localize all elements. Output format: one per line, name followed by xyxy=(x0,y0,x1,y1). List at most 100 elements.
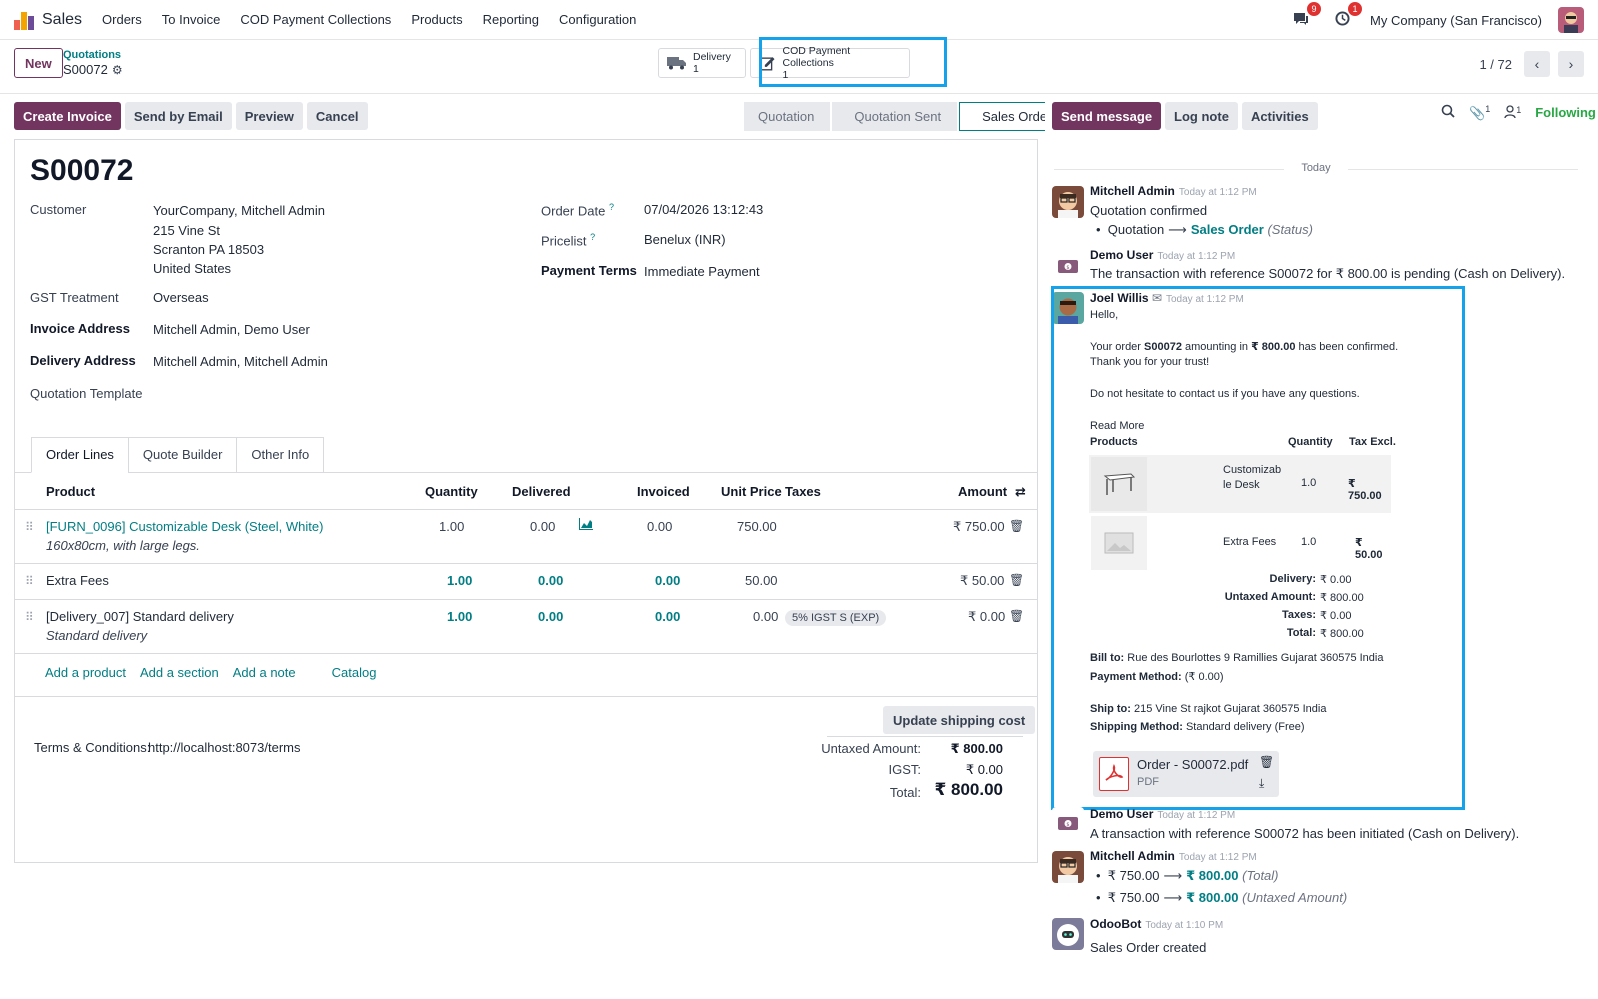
trash-icon[interactable]: 🗑 xyxy=(1009,519,1024,533)
author-name[interactable]: Demo User xyxy=(1090,807,1153,821)
breadcrumb-quotations[interactable]: Quotations xyxy=(63,49,123,61)
attachment-card[interactable]: Order - S00072.pdf PDF 🗑 ⤓ xyxy=(1093,751,1279,797)
tab-quote-builder[interactable]: Quote Builder xyxy=(127,437,238,473)
avatar[interactable]: $ xyxy=(1052,250,1084,282)
line-unit-price[interactable]: 50.00 xyxy=(745,573,778,588)
update-shipping-cost-button[interactable]: Update shipping cost xyxy=(883,706,1036,734)
cancel-button[interactable]: Cancel xyxy=(306,102,368,130)
user-avatar[interactable] xyxy=(1558,7,1584,33)
email-product-price: ₹ 750.00 xyxy=(1348,478,1382,502)
col-product[interactable]: Product xyxy=(46,484,95,499)
help-icon[interactable]: ? xyxy=(609,202,614,212)
order-date-field[interactable]: 07/04/2026 13:12:43 xyxy=(644,202,763,217)
avatar[interactable] xyxy=(1052,851,1084,883)
send-by-email-button[interactable]: Send by Email xyxy=(124,102,232,130)
trash-icon[interactable]: 🗑 xyxy=(1009,573,1024,587)
status-quotation-sent[interactable]: Quotation Sent xyxy=(832,102,958,131)
tax-badge[interactable]: 5% IGST S (EXP) xyxy=(785,610,887,626)
pricelist-field[interactable]: Benelux (INR) xyxy=(644,232,726,247)
drag-handle-icon[interactable]: ⠿ xyxy=(25,520,34,534)
line-quantity[interactable]: 1.00 xyxy=(447,573,472,588)
catalog-link[interactable]: Catalog xyxy=(332,665,377,680)
tab-other-info[interactable]: Other Info xyxy=(236,437,325,473)
drag-handle-icon[interactable]: ⠿ xyxy=(25,610,34,624)
new-button[interactable]: New xyxy=(14,48,63,78)
avatar[interactable]: $ xyxy=(1052,807,1084,839)
col-delivered[interactable]: Delivered xyxy=(512,484,571,499)
activities-button[interactable]: 1 xyxy=(1335,1,1363,30)
menu-reporting[interactable]: Reporting xyxy=(483,12,539,27)
menu-orders[interactable]: Orders xyxy=(102,12,142,27)
pager-next-button[interactable]: › xyxy=(1558,51,1584,77)
col-unit-price[interactable]: Unit Price xyxy=(721,484,782,499)
add-section-link[interactable]: Add a section xyxy=(140,665,219,680)
avatar[interactable] xyxy=(1052,292,1084,324)
log-note-button[interactable]: Log note xyxy=(1165,102,1238,130)
status-quotation[interactable]: Quotation xyxy=(744,102,831,131)
date-separator: Today xyxy=(1054,162,1578,174)
table-row[interactable]: ⠿ [FURN_0096] Customizable Desk (Steel, … xyxy=(15,510,1037,564)
top-navbar: Sales Orders To Invoice COD Payment Coll… xyxy=(0,0,1598,40)
menu-to-invoice[interactable]: To Invoice xyxy=(162,12,221,27)
avatar[interactable] xyxy=(1052,186,1084,218)
followers-button[interactable]: 1 xyxy=(1504,105,1521,121)
author-name[interactable]: Mitchell Admin xyxy=(1090,184,1175,198)
delete-attachment-icon[interactable]: 🗑 xyxy=(1259,755,1274,769)
help-icon[interactable]: ? xyxy=(590,232,595,242)
breadcrumb-current-label: S00072 xyxy=(63,62,108,77)
col-invoiced[interactable]: Invoiced xyxy=(637,484,690,499)
column-settings-icon[interactable]: ⇄ xyxy=(1015,484,1026,500)
search-icon[interactable] xyxy=(1441,104,1455,121)
preview-button[interactable]: Preview xyxy=(235,102,303,130)
gear-icon[interactable]: ⚙ xyxy=(112,63,123,77)
line-unit-price[interactable]: 750.00 xyxy=(737,519,777,534)
line-quantity[interactable]: 1.00 xyxy=(447,609,472,624)
payment-terms-field[interactable]: Immediate Payment xyxy=(644,264,760,279)
delivery-address-field[interactable]: Mitchell Admin, Mitchell Admin xyxy=(153,354,328,369)
attachment-name[interactable]: Order - S00072.pdf xyxy=(1137,757,1248,772)
pager-previous-button[interactable]: ‹ xyxy=(1524,51,1550,77)
invoice-address-field[interactable]: Mitchell Admin, Demo User xyxy=(153,322,310,337)
col-taxes[interactable]: Taxes xyxy=(785,484,821,499)
activities-button[interactable]: Activities xyxy=(1241,102,1318,130)
author-name[interactable]: Mitchell Admin xyxy=(1090,849,1175,863)
author-name[interactable]: OdooBot xyxy=(1090,917,1141,931)
following-button[interactable]: Following xyxy=(1535,105,1596,120)
company-switcher[interactable]: My Company (San Francisco) xyxy=(1370,13,1542,28)
line-product[interactable]: [FURN_0096] Customizable Desk (Steel, Wh… xyxy=(46,519,323,534)
attachments-button[interactable]: 📎1 xyxy=(1469,104,1490,121)
table-row[interactable]: ⠿ [Delivery_007] Standard delivery Stand… xyxy=(15,600,1037,654)
line-product[interactable]: [Delivery_007] Standard delivery xyxy=(46,609,234,624)
line-unit-price[interactable]: 0.00 xyxy=(753,609,778,624)
customer-link[interactable]: YourCompany, Mitchell Admin xyxy=(153,203,325,218)
gst-treatment-field[interactable]: Overseas xyxy=(153,290,209,305)
download-icon[interactable]: ⤓ xyxy=(1259,776,1264,791)
add-note-link[interactable]: Add a note xyxy=(233,665,296,680)
add-product-link[interactable]: Add a product xyxy=(45,665,126,680)
drag-handle-icon[interactable]: ⠿ xyxy=(25,574,34,588)
messages-button[interactable]: 9 xyxy=(1293,1,1322,30)
menu-configuration[interactable]: Configuration xyxy=(559,12,636,27)
avatar[interactable] xyxy=(1052,918,1084,950)
forecast-chart-icon[interactable] xyxy=(579,518,593,533)
terms-link[interactable]: http://localhost:8073/terms xyxy=(148,740,300,755)
col-quantity[interactable]: Quantity xyxy=(425,484,478,499)
sales-app-icon[interactable] xyxy=(14,10,34,30)
app-name[interactable]: Sales xyxy=(42,11,82,29)
line-product[interactable]: Extra Fees xyxy=(46,573,109,588)
line-quantity[interactable]: 1.00 xyxy=(439,519,464,534)
read-more-link[interactable]: Read More xyxy=(1090,420,1144,432)
col-amount[interactable]: Amount xyxy=(958,484,1007,499)
author-name[interactable]: Demo User xyxy=(1090,248,1153,262)
menu-products[interactable]: Products xyxy=(411,12,462,27)
author-name[interactable]: Joel Willis xyxy=(1090,291,1149,305)
tab-order-lines[interactable]: Order Lines xyxy=(31,437,129,473)
trash-icon[interactable]: 🗑 xyxy=(1009,609,1024,623)
pager-value[interactable]: 1 / 72 xyxy=(1479,57,1512,72)
menu-cod-payment-collections[interactable]: COD Payment Collections xyxy=(240,12,391,27)
create-invoice-button[interactable]: Create Invoice xyxy=(14,102,121,130)
delivery-smart-button[interactable]: Delivery 1 xyxy=(658,48,746,78)
send-message-button[interactable]: Send message xyxy=(1052,102,1162,130)
cod-payment-collections-smart-button[interactable]: COD Payment Collections 1 xyxy=(750,45,910,81)
table-row[interactable]: ⠿ Extra Fees 1.00 0.00 0.00 50.00 ₹ 50.0… xyxy=(15,564,1037,600)
